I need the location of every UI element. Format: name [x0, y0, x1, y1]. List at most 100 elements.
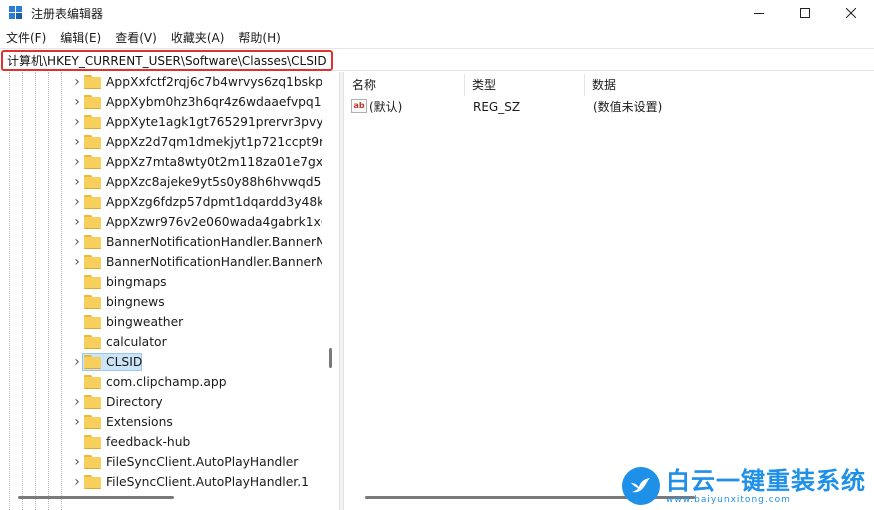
watermark: 白云一键重装系统 www.baiyunxitong.com	[616, 462, 874, 510]
window-controls	[736, 0, 874, 26]
chevron-right-icon[interactable]: ›	[72, 212, 82, 232]
folder-icon	[84, 375, 101, 389]
chevron-right-icon[interactable]: ›	[72, 412, 82, 432]
folder-icon	[84, 235, 101, 249]
tree-item-label: bingmaps	[106, 275, 167, 289]
tree-item-label: com.clipchamp.app	[106, 375, 227, 389]
folder-icon	[84, 95, 101, 109]
window-title: 注册表编辑器	[31, 6, 104, 21]
tree-item[interactable]: › FileSyncClient.AutoPlayHandler.1	[0, 472, 322, 492]
chevron-right-icon[interactable]: ›	[72, 92, 82, 112]
tree-item[interactable]: › AppXz2d7qm1dmekjyt1p721ccpt9mf	[0, 132, 322, 152]
tree-item-label: FileSyncClient.AutoPlayHandler.1	[106, 475, 309, 489]
chevron-right-icon[interactable]: ›	[72, 472, 82, 492]
chevron-right-icon[interactable]: ›	[72, 352, 82, 372]
tree-item-label: Extensions	[106, 415, 173, 429]
value-name: (默认)	[369, 100, 403, 114]
tree-item-label: AppXzc8ajeke9yt5s0y88h6hvwqd556t	[106, 175, 322, 189]
folder-icon	[84, 115, 101, 129]
value-type: REG_SZ	[473, 100, 521, 114]
tree-item[interactable]: feedback-hub	[0, 432, 322, 452]
folder-icon	[84, 315, 101, 329]
column-header-data[interactable]: 数据	[585, 74, 874, 96]
folder-icon	[84, 335, 101, 349]
tree-item-label: bingweather	[106, 315, 184, 329]
tree-item-label: calculator	[106, 335, 167, 349]
tree-item[interactable]: › AppXybm0hz3h6qr4z6wdaaefvpq136	[0, 92, 322, 112]
tree-item-label: AppXz2d7qm1dmekjyt1p721ccpt9mf	[106, 135, 322, 149]
tree-item-label: CLSID	[106, 355, 143, 369]
chevron-right-icon[interactable]: ›	[72, 72, 82, 92]
pane-splitter[interactable]	[340, 72, 344, 510]
tree-item-label: FileSyncClient.AutoPlayHandler	[106, 455, 299, 469]
tree-item-label: AppXxfctf2rqj6c7b4wrvys6zq1bskprrr	[106, 75, 322, 89]
menu-view[interactable]: 查看(V)	[115, 29, 157, 46]
tree-item[interactable]: bingmaps	[0, 272, 322, 292]
folder-icon	[84, 415, 101, 429]
folder-icon	[84, 275, 101, 289]
minimize-button[interactable]	[736, 0, 782, 26]
tree-horizontal-scrollbar[interactable]	[18, 496, 174, 499]
tree-item[interactable]: › AppXzc8ajeke9yt5s0y88h6hvwqd556t	[0, 172, 322, 192]
tree-vertical-scrollbar[interactable]	[329, 348, 332, 368]
tree-item[interactable]: › Extensions	[0, 412, 322, 432]
folder-icon	[84, 75, 101, 89]
tree-item[interactable]: › FileSyncClient.AutoPlayHandler	[0, 452, 322, 472]
tree-item[interactable]: › BannerNotificationHandler.BannerNo	[0, 252, 322, 272]
chevron-right-icon[interactable]: ›	[72, 172, 82, 192]
folder-icon	[84, 255, 101, 269]
menu-bar: 文件(F) 编辑(E) 查看(V) 收藏夹(A) 帮助(H)	[0, 27, 874, 47]
maximize-button[interactable]	[782, 0, 828, 26]
string-value-icon: ab	[351, 99, 367, 113]
menu-favorites[interactable]: 收藏夹(A)	[171, 29, 225, 46]
tree-item[interactable]: › AppXzwr976v2e060wada4gabrk1x69l	[0, 212, 322, 232]
title-bar: 注册表编辑器	[0, 0, 874, 26]
tree-item-label: bingnews	[106, 295, 165, 309]
key-tree-pane[interactable]: › AppXxfctf2rqj6c7b4wrvys6zq1bskprrr › AppX…	[0, 72, 340, 510]
chevron-right-icon[interactable]: ›	[72, 132, 82, 152]
value-row[interactable]: ab (默认) REG_SZ (数值未设置)	[345, 97, 874, 117]
tree-item-label: AppXz7mta8wty0t2m118za01e7gxdzc	[106, 155, 322, 169]
folder-icon	[84, 155, 101, 169]
registry-editor-app-icon	[9, 6, 23, 20]
tree-item[interactable]: › AppXxfctf2rqj6c7b4wrvys6zq1bskprrr	[0, 72, 322, 92]
tree-item[interactable]: › AppXyte1agk1gt765291prervr3pvygjc	[0, 112, 322, 132]
menu-help[interactable]: 帮助(H)	[238, 29, 280, 46]
chevron-right-icon[interactable]: ›	[72, 192, 82, 212]
chevron-right-icon[interactable]: ›	[72, 452, 82, 472]
folder-icon	[84, 355, 101, 369]
tree-item[interactable]: bingweather	[0, 312, 322, 332]
folder-icon	[84, 455, 101, 469]
values-list-pane[interactable]: 名称 类型 数据 ab (默认) REG_SZ (数值未设置)	[345, 72, 874, 510]
column-header-name[interactable]: 名称	[345, 74, 465, 96]
close-button[interactable]	[828, 0, 874, 26]
tree-item[interactable]: com.clipchamp.app	[0, 372, 322, 392]
address-path-input[interactable]: 计算机\HKEY_CURRENT_USER\Software\Classes\C…	[1, 50, 333, 71]
chevron-right-icon[interactable]: ›	[72, 232, 82, 252]
tree-item[interactable]: › AppXz7mta8wty0t2m118za01e7gxdzc	[0, 152, 322, 172]
chevron-right-icon[interactable]: ›	[72, 152, 82, 172]
folder-icon	[84, 475, 101, 489]
folder-icon	[84, 135, 101, 149]
tree-item[interactable]: › CLSID	[0, 352, 322, 372]
chevron-right-icon[interactable]: ›	[72, 252, 82, 272]
chevron-right-icon[interactable]: ›	[72, 392, 82, 412]
column-header-type[interactable]: 类型	[465, 74, 585, 96]
tree-item-label: BannerNotificationHandler.BannerNo	[106, 235, 322, 249]
tree-item-label: Directory	[106, 395, 163, 409]
watermark-url: www.baiyunxitong.com	[666, 494, 791, 505]
tree-item[interactable]: › AppXzg6fdzp57dpmt1dqardd3y48kk	[0, 192, 322, 212]
chevron-right-icon[interactable]: ›	[72, 112, 82, 132]
tree-item[interactable]: › Directory	[0, 392, 322, 412]
folder-icon	[84, 395, 101, 409]
tree-item[interactable]: › BannerNotificationHandler.BannerNo	[0, 232, 322, 252]
maximize-icon	[800, 8, 810, 18]
watermark-title: 白云一键重装系统	[666, 466, 866, 495]
menu-file[interactable]: 文件(F)	[6, 29, 46, 46]
tree-item-label: AppXzg6fdzp57dpmt1dqardd3y48kk	[106, 195, 322, 209]
tree-item[interactable]: calculator	[0, 332, 322, 352]
menu-edit[interactable]: 编辑(E)	[60, 29, 101, 46]
minimize-icon	[754, 13, 764, 14]
tree-item[interactable]: bingnews	[0, 292, 322, 312]
folder-icon	[84, 195, 101, 209]
